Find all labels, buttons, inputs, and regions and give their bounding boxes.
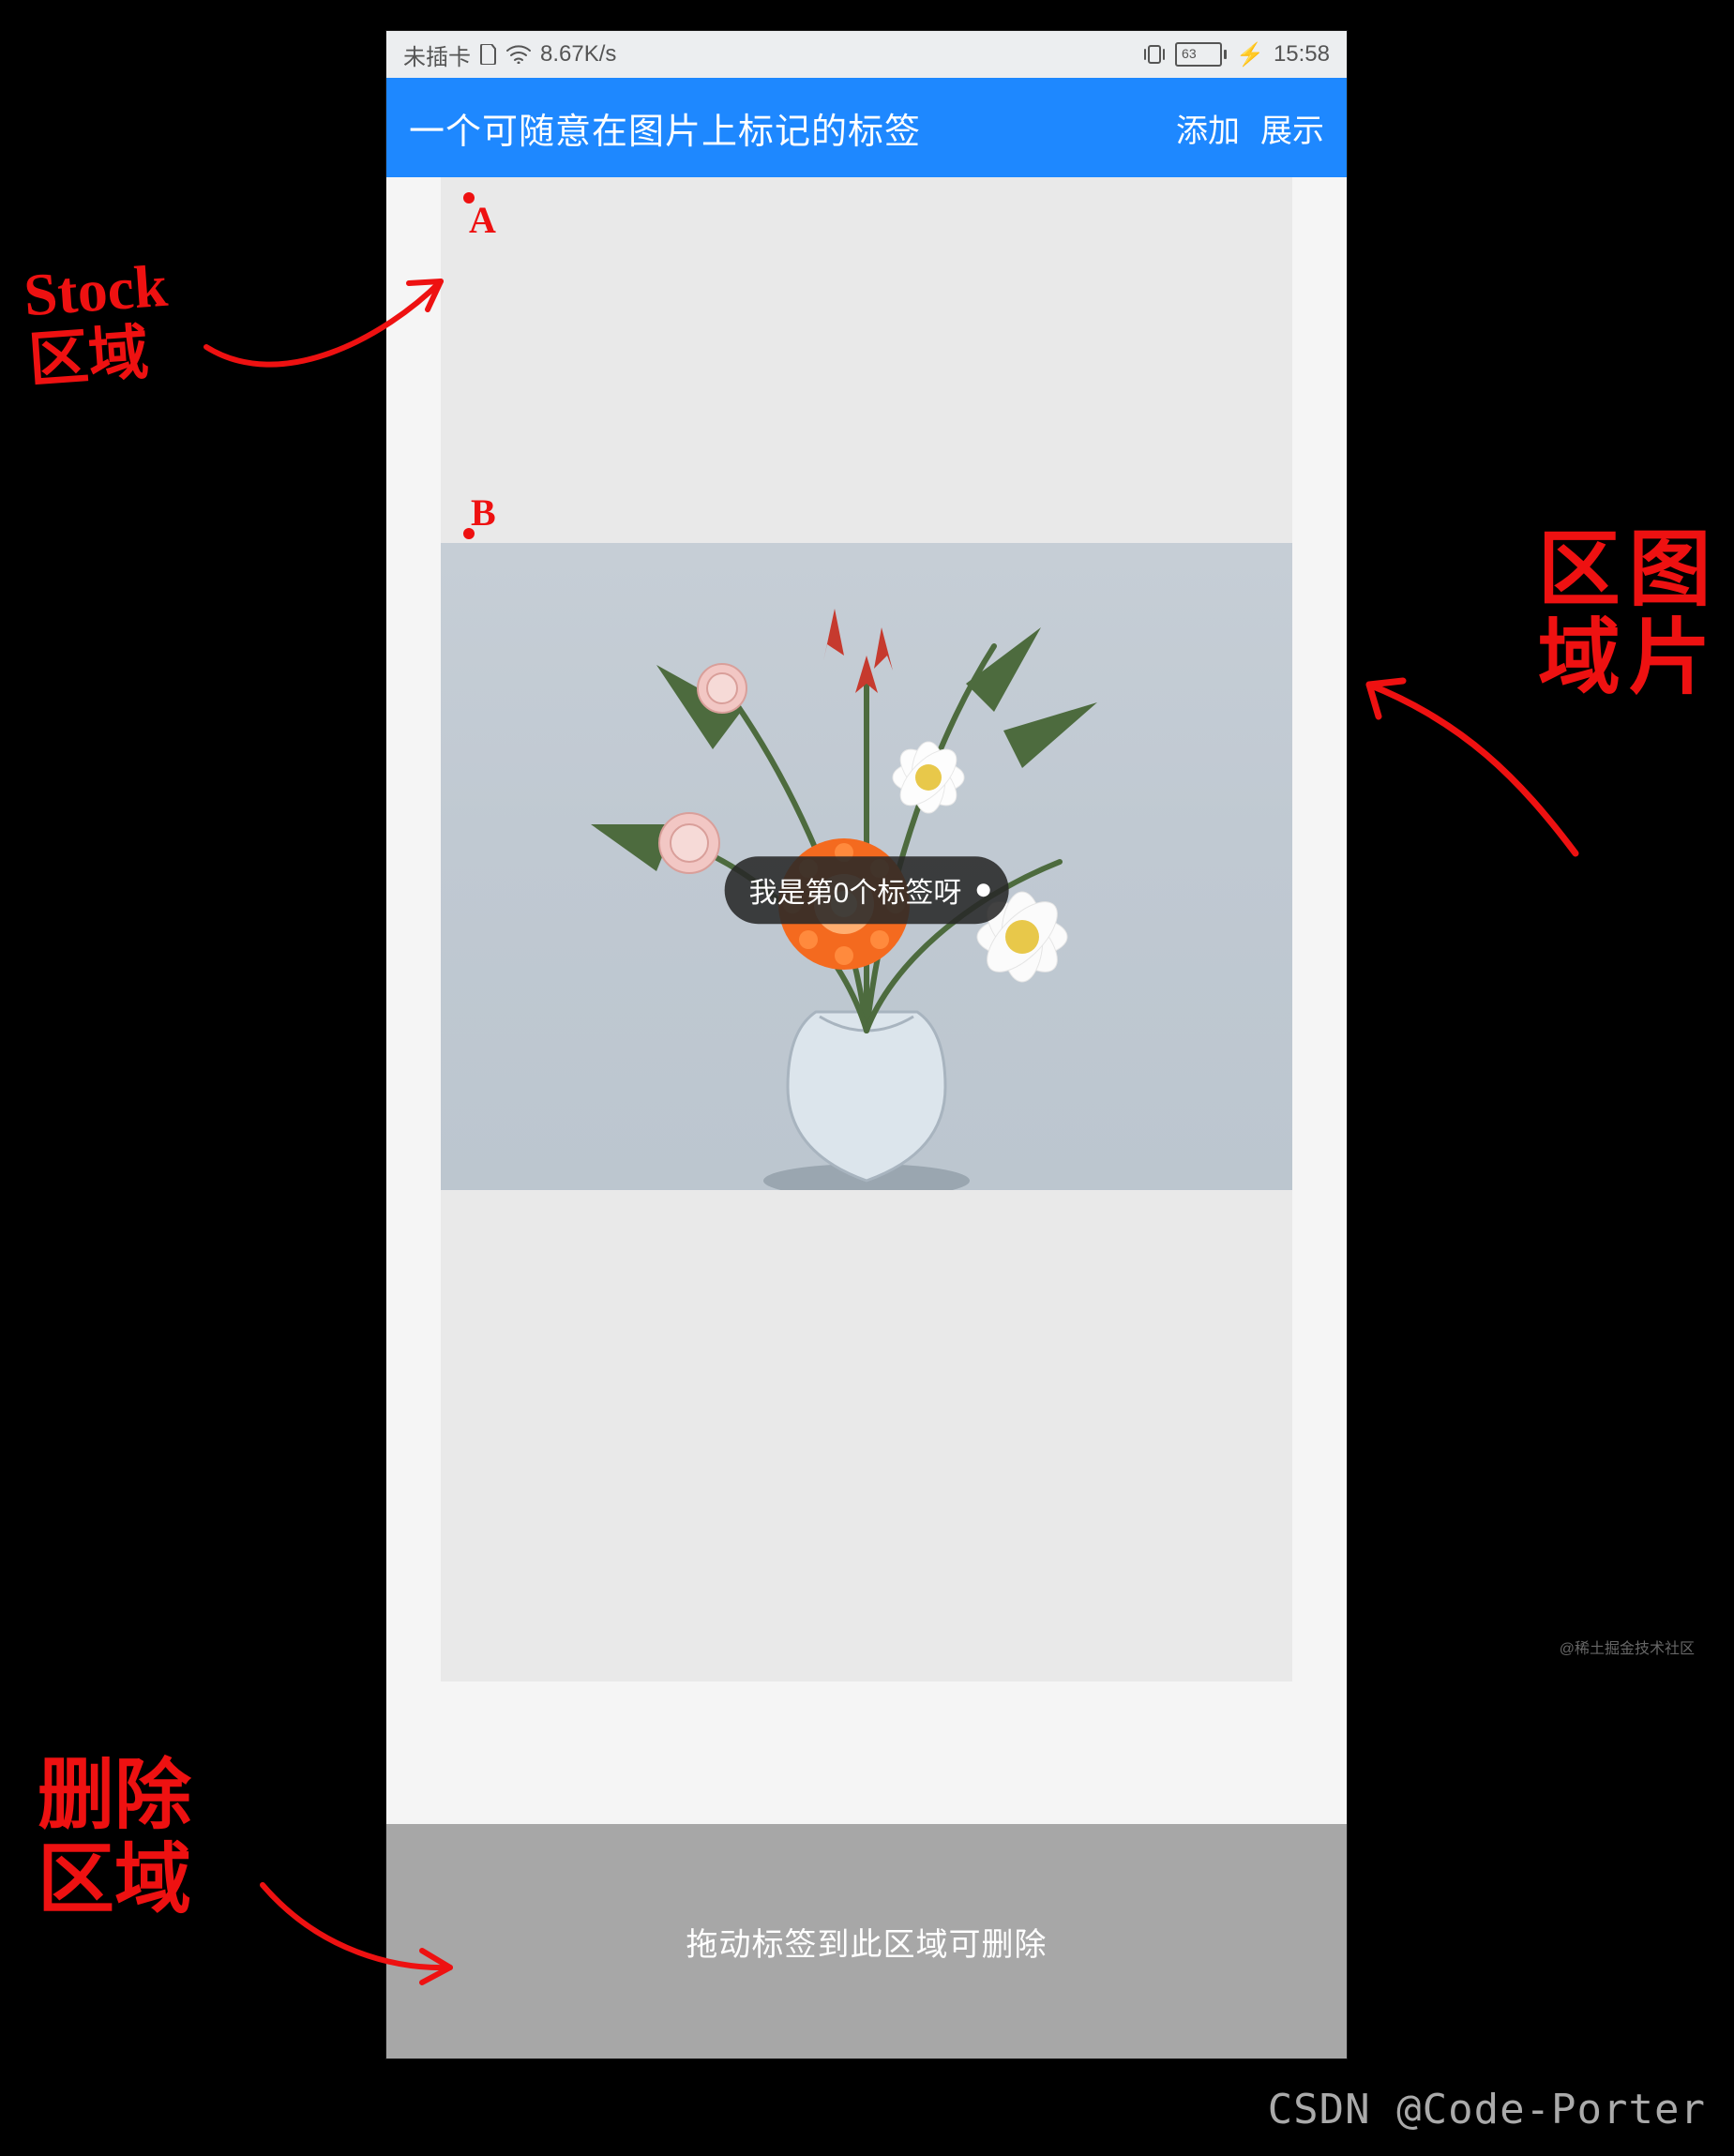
annotation-delete: 删除 区域 — [38, 1754, 191, 1922]
clock: 15:58 — [1274, 41, 1330, 68]
arrow-to-image — [1350, 666, 1594, 872]
vibrate-icon — [1143, 44, 1166, 65]
juejin-watermark: @稀土掘金技术社区 — [1560, 1636, 1695, 1658]
tag-anchor-dot — [976, 883, 989, 897]
image-tag-label: 我是第0个标签呀 — [749, 869, 962, 911]
stock-area[interactable]: A B — [441, 177, 1292, 1681]
csdn-watermark: CSDN @Code-Porter — [1268, 2086, 1706, 2133]
battery-indicator: 63 — [1175, 42, 1227, 67]
image-area[interactable]: 我是第0个标签呀 — [441, 543, 1292, 1190]
sim-icon — [480, 44, 497, 65]
title-bar: 一个可随意在图片上标记的标签 添加 展示 — [386, 78, 1347, 177]
net-speed: 8.67K/s — [540, 41, 616, 68]
annotation-stock: Stock 区域 — [22, 253, 173, 395]
delete-hint: 拖动标签到此区域可删除 — [686, 1919, 1048, 1965]
arrow-to-delete — [253, 1866, 460, 1998]
sim-status: 未插卡 — [403, 38, 471, 71]
image-tag[interactable]: 我是第0个标签呀 — [725, 856, 1009, 924]
show-button[interactable]: 展示 — [1260, 105, 1324, 151]
content-area: A B — [386, 177, 1347, 2058]
delete-area[interactable]: 拖动标签到此区域可删除 — [386, 1824, 1347, 2058]
add-button[interactable]: 添加 — [1176, 105, 1240, 151]
page-title: 一个可随意在图片上标记的标签 — [409, 102, 921, 154]
marker-a-label: A — [469, 198, 496, 242]
charging-icon: ⚡ — [1236, 41, 1264, 68]
status-bar: 未插卡 8.67K/s 63 ⚡ 15:58 — [386, 31, 1347, 78]
arrow-to-stock — [197, 263, 460, 413]
phone-frame: 未插卡 8.67K/s 63 ⚡ 15:58 — [386, 31, 1347, 2058]
marker-b-label: B — [471, 490, 496, 535]
wifi-icon — [506, 45, 531, 64]
